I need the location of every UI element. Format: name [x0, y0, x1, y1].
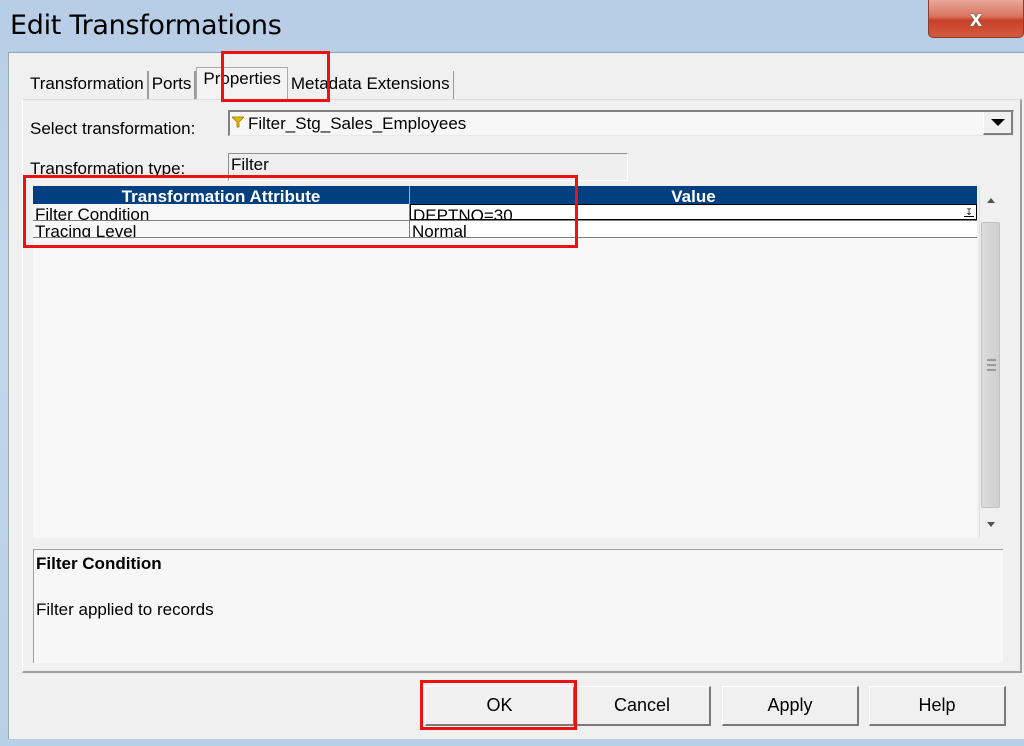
title-bar: Edit Transformations x [0, 0, 1024, 50]
value-cell[interactable]: Normal [410, 221, 977, 237]
tab-ports[interactable]: Ports [148, 71, 197, 99]
description-text: Filter applied to records [36, 600, 214, 619]
properties-grid: Transformation Attribute Value Filter Co… [33, 186, 977, 577]
window-title: Edit Transformations [10, 10, 282, 41]
arrow-down-icon [987, 521, 995, 527]
tab-transformation[interactable]: Transformation [27, 71, 149, 99]
cancel-button[interactable]: Cancel [574, 686, 711, 726]
grid-row[interactable]: Tracing Level Normal [33, 221, 977, 238]
chevron-down-icon [990, 119, 1005, 126]
scroll-up-button[interactable] [980, 190, 1002, 210]
grip-icon [987, 359, 996, 371]
description-title: Filter Condition [36, 554, 162, 573]
column-header-value[interactable]: Value [410, 186, 977, 204]
filter-funnel-icon [232, 116, 244, 128]
attribute-cell: Filter Condition [33, 204, 410, 220]
tab-properties[interactable]: Properties [196, 67, 288, 99]
arrow-up-icon [987, 197, 995, 203]
help-button[interactable]: Help [869, 686, 1006, 726]
value-text: DEPTNO=30 [413, 206, 513, 220]
value-cell[interactable]: DEPTNO=30 ↧ [410, 204, 977, 220]
column-header-attribute[interactable]: Transformation Attribute [33, 186, 410, 204]
close-icon: x [969, 5, 983, 31]
transformation-type-label: Transformation type: [30, 159, 186, 178]
description-box: Filter Condition Filter applied to recor… [33, 549, 1003, 663]
tab-bar: Transformation Ports Properties Metadata… [27, 67, 454, 99]
attribute-cell: Tracing Level [33, 221, 410, 237]
select-transformation-label: Select transformation: [30, 119, 196, 138]
vertical-scrollbar[interactable] [979, 186, 1001, 538]
ok-button[interactable]: OK [425, 686, 575, 726]
close-button[interactable]: x [928, 0, 1024, 38]
scroll-thumb[interactable] [981, 222, 1000, 508]
select-transformation-value: Filter_Stg_Sales_Employees [248, 114, 467, 133]
dropdown-arrow-button[interactable] [983, 112, 1013, 135]
tab-metadata-extensions[interactable]: Metadata Extensions [287, 71, 454, 99]
select-transformation-dropdown[interactable]: Filter_Stg_Sales_Employees [228, 110, 1014, 136]
transformation-type-field: Filter [228, 153, 628, 181]
grid-header: Transformation Attribute Value [33, 186, 977, 204]
expression-editor-button[interactable]: ↧ [964, 207, 974, 217]
scroll-down-button[interactable] [980, 514, 1002, 534]
dialog-client: Transformation Ports Properties Metadata… [8, 52, 1024, 739]
apply-button[interactable]: Apply [722, 686, 859, 726]
grid-row[interactable]: Filter Condition DEPTNO=30 ↧ [33, 204, 977, 221]
